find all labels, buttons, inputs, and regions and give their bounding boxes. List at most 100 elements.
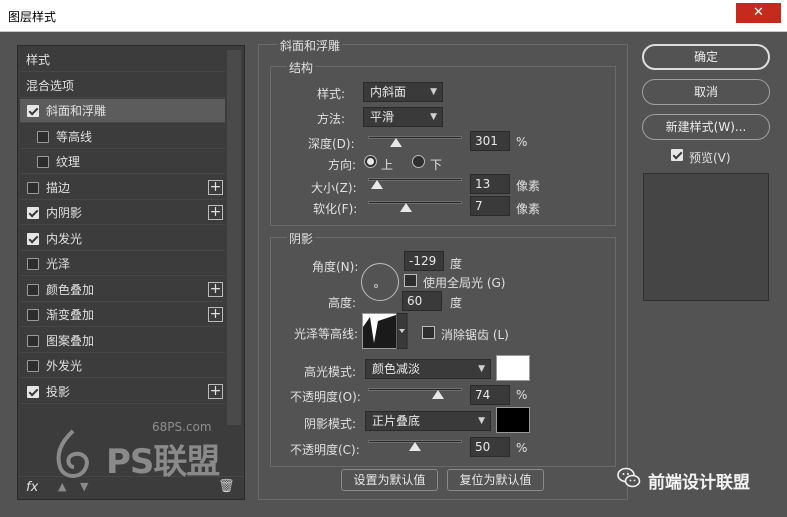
- altitude-input[interactable]: 60: [402, 291, 442, 311]
- style-item-checkbox[interactable]: [27, 105, 39, 117]
- shadow-color-swatch[interactable]: [496, 407, 530, 433]
- shadow-opacity-slider-thumb[interactable]: [409, 442, 421, 451]
- shading-title: 阴影: [287, 230, 316, 247]
- size-slider-thumb[interactable]: [371, 180, 384, 189]
- add-effect-button[interactable]: +: [208, 307, 223, 322]
- close-button[interactable]: ✕: [736, 3, 781, 23]
- angle-dot: [374, 284, 378, 288]
- style-item-checkbox[interactable]: [27, 309, 39, 321]
- depth-label: 深度(D):: [308, 137, 355, 151]
- preview-checkbox[interactable]: [671, 149, 683, 161]
- style-item-checkbox[interactable]: [27, 258, 39, 270]
- style-item-label: 描边: [46, 180, 71, 195]
- global-light-checkbox[interactable]: [404, 274, 417, 287]
- style-item-label: 外发光: [46, 359, 83, 373]
- style-item-label: 渐变叠加: [46, 308, 95, 322]
- angle-wheel[interactable]: [361, 263, 399, 301]
- antialiased-checkbox[interactable]: [422, 326, 435, 339]
- trash-icon[interactable]: 🗑: [218, 479, 235, 494]
- style-dropdown[interactable]: 内斜面 ▼: [363, 82, 443, 102]
- altitude-label: 高度:: [328, 296, 357, 310]
- style-item[interactable]: 投影 +: [20, 380, 225, 404]
- ok-button[interactable]: 确定: [642, 44, 770, 70]
- angle-input[interactable]: -129: [404, 251, 444, 271]
- style-item-checkbox[interactable]: [27, 181, 39, 194]
- wechat-icon: [617, 467, 641, 488]
- style-item[interactable]: 斜面和浮雕: [20, 99, 225, 123]
- highlight-color-swatch[interactable]: [496, 355, 530, 381]
- make-default-button[interactable]: 设置为默认值: [341, 469, 438, 491]
- style-item-label: 图案叠加: [46, 333, 95, 348]
- depth-input[interactable]: 301: [470, 131, 510, 151]
- highlight-opacity-slider-thumb[interactable]: [431, 390, 444, 399]
- add-effect-button[interactable]: +: [208, 281, 223, 297]
- soften-input[interactable]: 7: [470, 196, 510, 216]
- watermark-url: 68PS.com: [152, 420, 212, 434]
- watermark-logo-icon: [56, 429, 89, 478]
- highlight-mode-label: 高光模式:: [304, 365, 357, 379]
- style-dropdown-value: 内斜面: [370, 85, 407, 99]
- watermark-brand: PS联盟: [106, 442, 220, 482]
- soften-slider-thumb[interactable]: [399, 203, 412, 212]
- highlight-mode-dropdown[interactable]: 颜色减淡 ▼: [365, 359, 491, 379]
- direction-up-label: 上: [381, 158, 394, 172]
- style-item[interactable]: 外发光: [20, 354, 225, 378]
- style-item-checkbox[interactable]: [27, 283, 39, 296]
- style-item[interactable]: 颜色叠加 +: [20, 278, 225, 302]
- depth-slider-track[interactable]: [368, 136, 462, 139]
- highlight-opacity-label: 不透明度(O):: [290, 390, 361, 404]
- add-effect-button[interactable]: +: [208, 383, 223, 399]
- style-item-checkbox[interactable]: [27, 207, 39, 219]
- window-title: 图层样式: [8, 10, 57, 24]
- chevron-down-icon: ▼: [430, 112, 437, 122]
- style-item[interactable]: 渐变叠加 +: [20, 303, 225, 327]
- style-item[interactable]: 等高线: [20, 125, 225, 149]
- style-item[interactable]: 内发光: [20, 227, 225, 251]
- style-label: 样式:: [317, 87, 346, 101]
- shadow-opacity-input[interactable]: 50: [470, 437, 510, 457]
- technique-dropdown[interactable]: 平滑 ▼: [363, 107, 443, 127]
- antialiased-label: 消除锯齿 (L): [441, 328, 509, 342]
- style-item[interactable]: 图案叠加: [20, 329, 225, 353]
- bevel-emboss-title: 斜面和浮雕: [278, 37, 343, 54]
- technique-label: 方法:: [317, 112, 346, 126]
- shadow-mode-label: 阴影模式:: [304, 417, 357, 431]
- cancel-button[interactable]: 取消: [642, 79, 770, 105]
- style-item[interactable]: 描边 +: [20, 176, 225, 200]
- depth-slider-thumb[interactable]: [390, 138, 403, 147]
- style-item-checkbox[interactable]: [37, 156, 49, 168]
- new-style-button[interactable]: 新建样式(W)...: [642, 114, 770, 140]
- style-item[interactable]: 光泽: [20, 252, 225, 276]
- soften-label: 软化(F):: [313, 202, 358, 216]
- reset-default-button[interactable]: 复位为默认值: [447, 469, 544, 491]
- style-item-checkbox[interactable]: [37, 130, 49, 143]
- style-item-checkbox[interactable]: [27, 334, 39, 347]
- add-effect-button[interactable]: +: [208, 179, 223, 195]
- direction-label: 方向:: [328, 158, 357, 172]
- highlight-opacity-unit: %: [516, 388, 528, 402]
- gloss-contour-picker-icon[interactable]: [362, 313, 408, 349]
- shadow-mode-dropdown[interactable]: 正片叠底 ▼: [365, 411, 491, 431]
- highlight-mode-value: 颜色减淡: [372, 362, 421, 376]
- highlight-opacity-slider-track[interactable]: [368, 388, 462, 391]
- style-item-label: 纹理: [56, 155, 81, 169]
- soften-slider-track[interactable]: [368, 201, 462, 204]
- style-item-checkbox[interactable]: [27, 232, 39, 245]
- style-item-label: 光泽: [46, 257, 71, 271]
- size-input[interactable]: 13: [470, 174, 510, 194]
- add-effect-button[interactable]: +: [208, 205, 223, 220]
- style-item[interactable]: 混合选项: [20, 74, 225, 98]
- style-item[interactable]: 样式: [20, 48, 225, 72]
- style-item[interactable]: 纹理: [20, 150, 225, 174]
- direction-up-radio[interactable]: [364, 155, 377, 168]
- title-bar: 图层样式 ✕: [0, 0, 787, 32]
- highlight-opacity-input[interactable]: 74: [470, 385, 510, 405]
- soften-unit: 像素: [516, 202, 541, 216]
- shadow-mode-value: 正片叠底: [372, 414, 421, 428]
- style-list-scrollbar[interactable]: [227, 50, 241, 425]
- style-item-checkbox[interactable]: [27, 360, 39, 372]
- style-item-checkbox[interactable]: [27, 385, 39, 398]
- style-item[interactable]: 内阴影 +: [20, 201, 225, 225]
- direction-down-radio[interactable]: [412, 155, 425, 168]
- fx-icon[interactable]: fx: [26, 480, 38, 495]
